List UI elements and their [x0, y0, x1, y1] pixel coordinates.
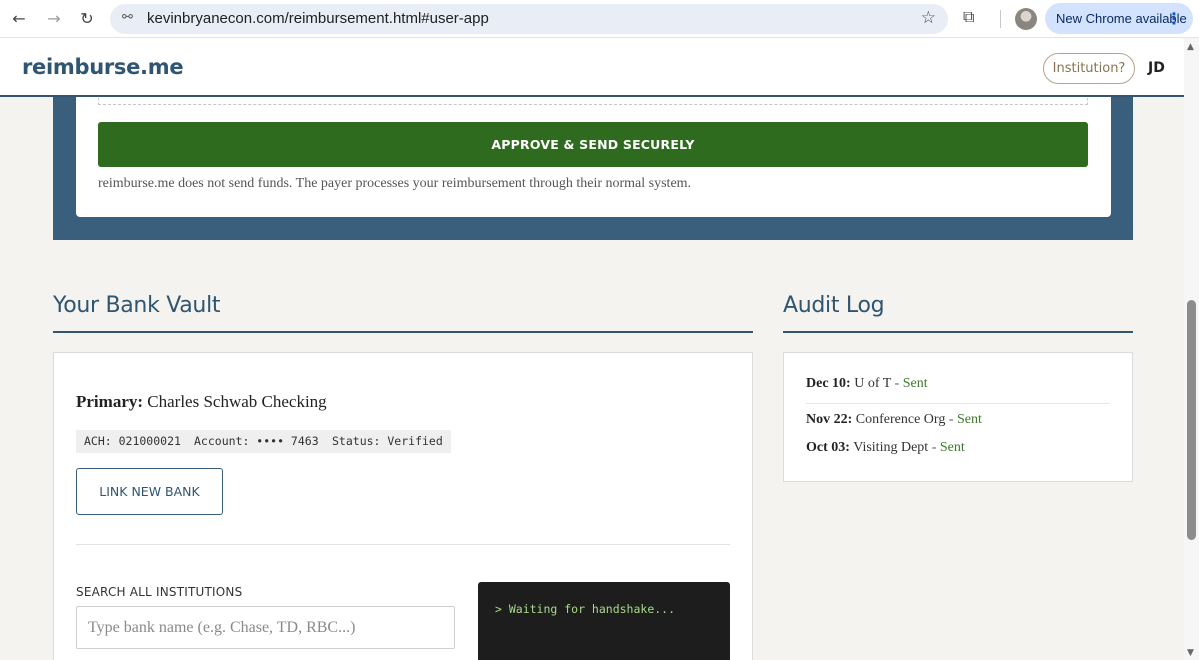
- forward-arrow-icon[interactable]: →: [43, 8, 65, 30]
- scroll-up-icon[interactable]: ▲: [1187, 42, 1194, 52]
- handshake-terminal: > Waiting for handshake...: [478, 582, 730, 660]
- link-new-bank-button[interactable]: LINK NEW BANK: [76, 468, 223, 515]
- audit-party: U of T: [854, 376, 892, 391]
- address-bar[interactable]: ⚯ kevinbryanecon.com/reimbursement.html#…: [110, 4, 948, 34]
- scroll-down-icon[interactable]: ▼: [1187, 648, 1194, 658]
- extensions-icon[interactable]: ⧉: [963, 7, 974, 27]
- audit-date: Dec 10:: [806, 376, 851, 391]
- primary-value: Charles Schwab Checking: [147, 392, 327, 411]
- chrome-update-button[interactable]: New Chrome available ⋮: [1045, 3, 1193, 34]
- account-chip: Account: •••• 7463: [186, 430, 327, 453]
- back-arrow-icon[interactable]: ←: [8, 8, 30, 30]
- audit-party: Visiting Dept: [853, 440, 929, 455]
- audit-party: Conference Org: [855, 412, 946, 427]
- brand-logo[interactable]: reimburse.me: [22, 55, 184, 79]
- vault-divider: [76, 544, 730, 545]
- approve-disclaimer: reimburse.me does not send funds. The pa…: [98, 176, 692, 191]
- audit-status: Sent: [939, 440, 965, 455]
- audit-separator: -: [948, 412, 954, 427]
- audit-divider: [806, 403, 1110, 404]
- dashed-divider: [98, 98, 1088, 105]
- institution-button[interactable]: Institution?: [1043, 53, 1135, 84]
- url-text[interactable]: kevinbryanecon.com/reimbursement.html#us…: [147, 10, 489, 27]
- site-header: reimburse.me Institution? JD: [0, 38, 1184, 97]
- audit-date: Oct 03:: [806, 440, 850, 455]
- search-institutions-label: SEARCH ALL INSTITUTIONS: [76, 585, 243, 599]
- audit-entry: Nov 22: Conference Org - Sent: [806, 412, 982, 428]
- vault-title: Your Bank Vault: [53, 293, 221, 318]
- vault-title-rule: [53, 331, 753, 333]
- ach-chip: ACH: 021000021: [76, 430, 189, 453]
- audit-entry: Dec 10: U of T - Sent: [806, 376, 928, 392]
- terminal-status-text: > Waiting for handshake...: [495, 602, 676, 616]
- user-initials[interactable]: JD: [1148, 60, 1165, 76]
- audit-status: Sent: [902, 376, 928, 391]
- audit-status: Sent: [957, 412, 982, 427]
- primary-account: Primary: Charles Schwab Checking: [76, 392, 327, 412]
- audit-entry: Oct 03: Visiting Dept - Sent: [806, 440, 965, 456]
- audit-separator: -: [894, 376, 900, 391]
- audit-date: Nov 22:: [806, 412, 853, 427]
- primary-label: Primary:: [76, 392, 144, 411]
- reload-icon[interactable]: ↻: [76, 8, 98, 30]
- browser-toolbar: ← → ↻ ⚯ kevinbryanecon.com/reimbursement…: [0, 0, 1199, 38]
- profile-avatar-icon[interactable]: [1015, 8, 1037, 30]
- audit-separator: -: [931, 440, 937, 455]
- bank-search-input[interactable]: [76, 606, 455, 649]
- approve-send-button[interactable]: APPROVE & SEND SECURELY: [98, 122, 1088, 167]
- chrome-menu-icon[interactable]: ⋮: [1166, 3, 1182, 34]
- audit-title-rule: [783, 331, 1133, 333]
- audit-title: Audit Log: [783, 293, 885, 318]
- site-info-icon[interactable]: ⚯: [122, 10, 133, 25]
- status-chip: Status: Verified: [324, 430, 451, 453]
- bookmark-star-icon[interactable]: ☆: [921, 8, 936, 28]
- scrollbar-thumb[interactable]: [1187, 300, 1196, 540]
- toolbar-divider: [1000, 10, 1001, 28]
